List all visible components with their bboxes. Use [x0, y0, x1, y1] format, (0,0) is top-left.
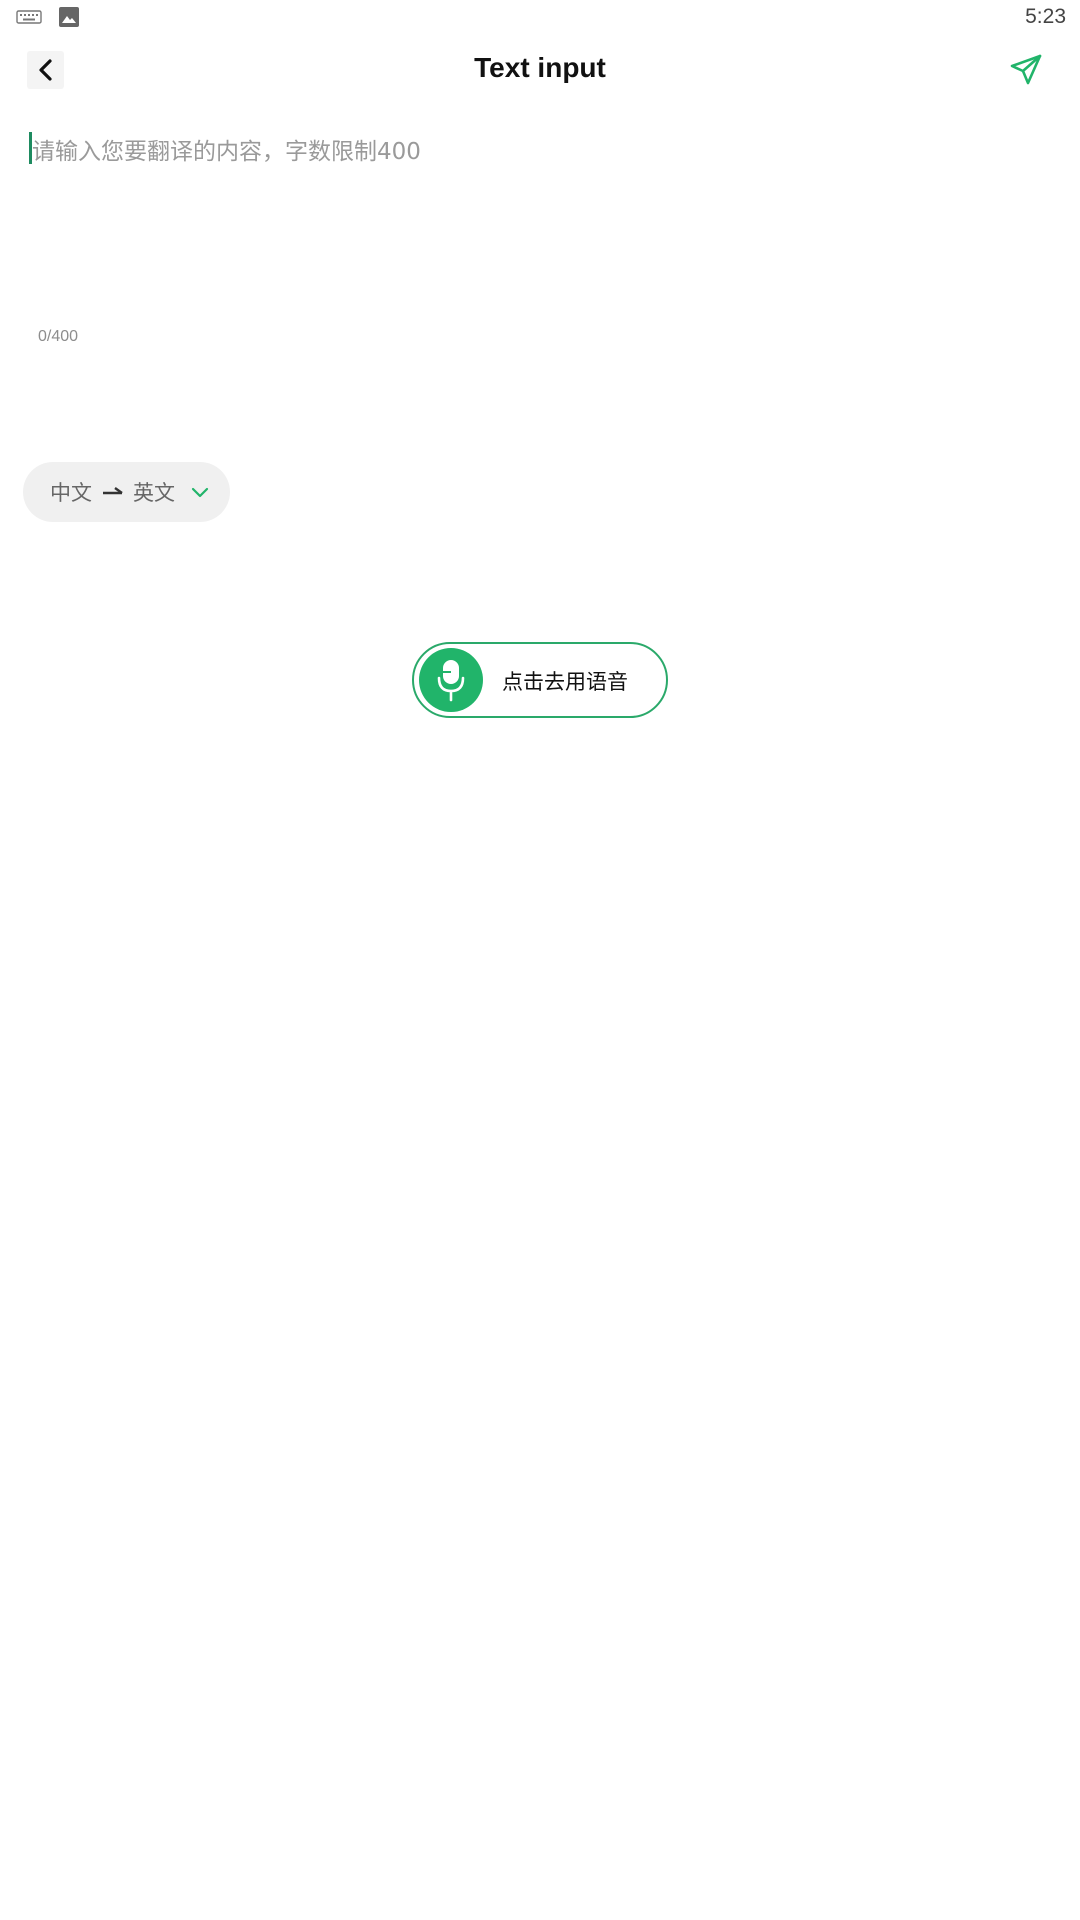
voice-label: 点击去用语音: [502, 670, 628, 694]
language-selector[interactable]: 中文 英文: [23, 462, 230, 522]
voice-input-button[interactable]: 点击去用语音: [412, 642, 668, 718]
translation-input[interactable]: 请输入您要翻译的内容，字数限制400: [28, 130, 1052, 330]
paper-plane-icon: [1010, 54, 1042, 85]
chevron-down-icon: [191, 487, 209, 498]
send-button[interactable]: [1008, 52, 1044, 88]
arrow-right-icon: [103, 487, 123, 495]
image-icon: [59, 7, 79, 27]
page-title: Text input: [474, 52, 606, 83]
status-bar: 5:23: [0, 0, 1080, 38]
keyboard-icon: [16, 10, 42, 24]
source-language: 中文: [50, 481, 92, 505]
input-placeholder: 请输入您要翻译的内容，字数限制400: [32, 139, 421, 165]
app-bar: Text input: [0, 38, 1080, 102]
mic-circle: [419, 648, 483, 712]
microphone-icon: [437, 660, 465, 702]
status-time: 5:23: [1025, 5, 1066, 28]
target-language: 英文: [133, 481, 175, 505]
char-counter: 0/400: [38, 328, 79, 345]
